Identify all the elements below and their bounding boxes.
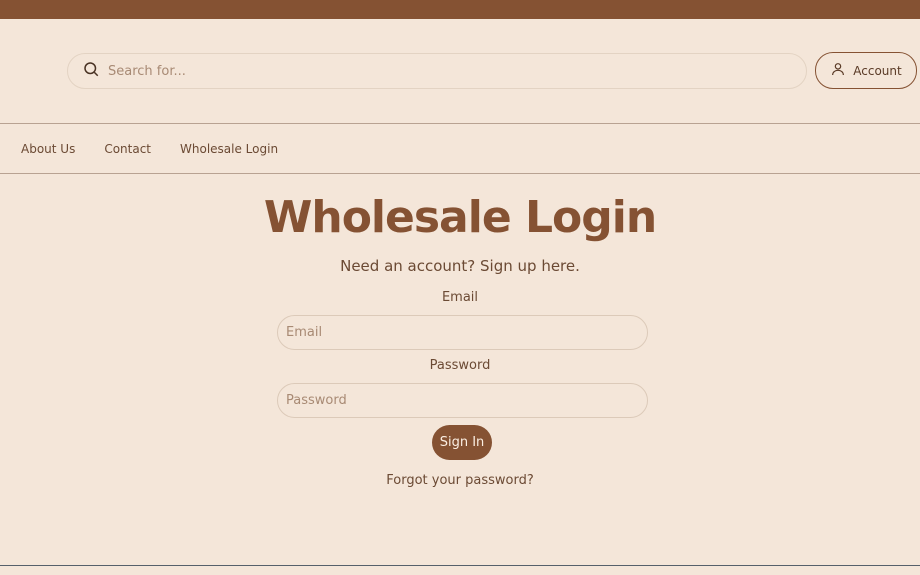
main-nav: About Us Contact Wholesale Login bbox=[0, 123, 920, 174]
password-field[interactable] bbox=[277, 383, 648, 418]
account-button[interactable]: Account bbox=[815, 52, 917, 89]
search-icon bbox=[82, 60, 100, 82]
email-field[interactable] bbox=[277, 315, 648, 350]
top-bar bbox=[0, 0, 920, 19]
forgot-password-row: Forgot your password? bbox=[0, 473, 920, 488]
page-title: Wholesale Login bbox=[263, 192, 657, 243]
password-label: Password bbox=[429, 358, 491, 373]
forgot-password-link[interactable]: Forgot your password? bbox=[386, 473, 534, 488]
search-input[interactable] bbox=[108, 63, 758, 79]
email-label: Email bbox=[441, 290, 479, 305]
user-icon bbox=[830, 61, 846, 80]
nav-item-contact[interactable]: Contact bbox=[104, 142, 151, 156]
nav-item-wholesale-login[interactable]: Wholesale Login bbox=[180, 142, 278, 156]
search-bar[interactable] bbox=[67, 53, 807, 89]
footer-divider bbox=[0, 565, 920, 566]
account-label: Account bbox=[853, 63, 902, 78]
signup-prompt[interactable]: Need an account? Sign up here. bbox=[0, 257, 920, 275]
nav-item-about-us[interactable]: About Us bbox=[21, 142, 75, 156]
sign-in-button[interactable]: Sign In bbox=[432, 425, 492, 460]
